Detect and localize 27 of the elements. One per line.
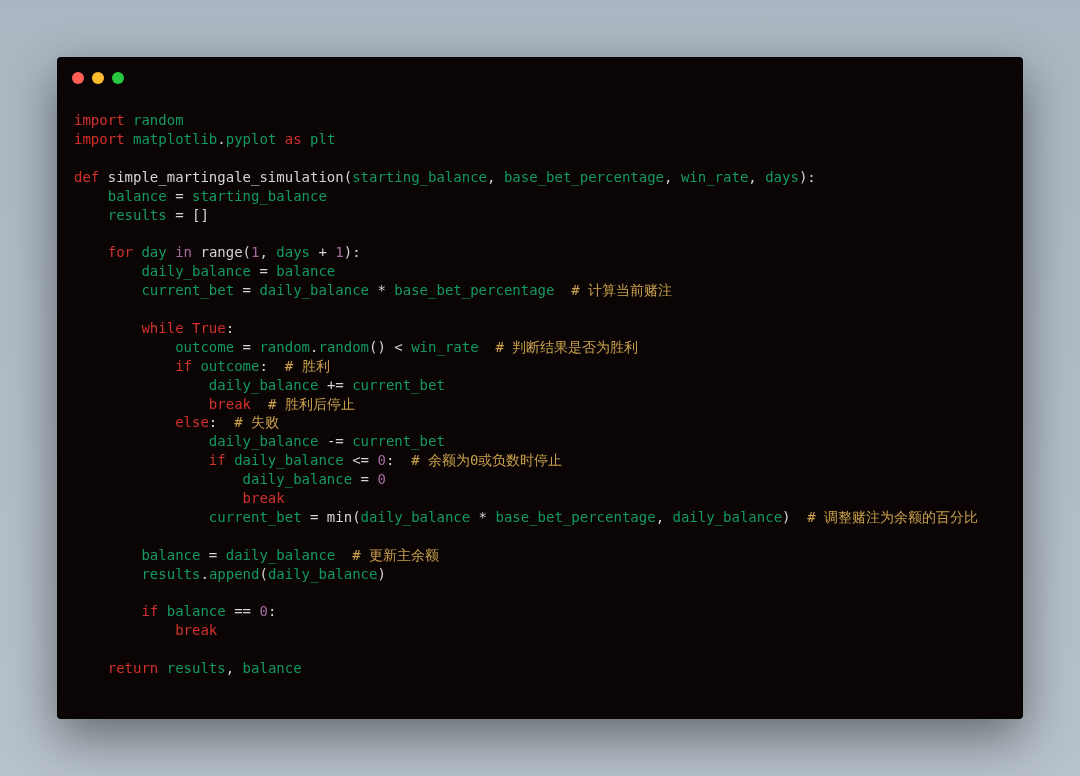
code-line: def simple_martingale_simulation(starting_balance, base_bet_percentage, win_rate, days): [74,167,816,187]
code-line: import random [74,111,184,130]
code-line: daily_balance = 0 [241,470,386,490]
code-line: for day in range(1, days + 1): [106,243,361,263]
code-line: import matplotlib.pyplot as plt [74,129,336,149]
code-line: balance = starting_balance [106,186,327,206]
code-line: current_bet = daily_balance * base_bet_percentage # 计算当前赌注 [140,281,673,301]
code-line: results.append(daily_balance) [140,564,386,584]
code-line: else: # 失败 [174,413,279,433]
code-line: break [241,489,285,508]
code-line: current_bet = min(daily_balance * base_bet_percentage, daily_balance) # 调整赌注为余额的百分比 [207,508,979,527]
code-line: break [174,621,218,641]
code-line: if outcome: # 胜利 [174,356,330,376]
window-minimize-button[interactable] [92,72,104,84]
code-line: daily_balance += current_bet [207,375,445,395]
code-line: break # 胜利后停止 [207,394,355,414]
code-line: daily_balance -= current_bet [207,432,445,452]
code-line: results = [] [106,205,209,225]
code-line: if balance == 0: [140,602,277,622]
code-line: return results, balance [106,659,302,679]
code-line: outcome = random.random() < win_rate # 判断结果是否为胜利 [174,337,639,357]
code-line: daily_balance = balance [140,262,336,282]
window-close-button[interactable] [72,72,84,84]
window-zoom-button[interactable] [112,72,124,84]
code-line: if daily_balance <= 0: # 余额为0或负数时停止 [207,451,563,471]
code-line: while True: [140,318,235,338]
code-line: balance = daily_balance # 更新主余额 [140,545,439,565]
